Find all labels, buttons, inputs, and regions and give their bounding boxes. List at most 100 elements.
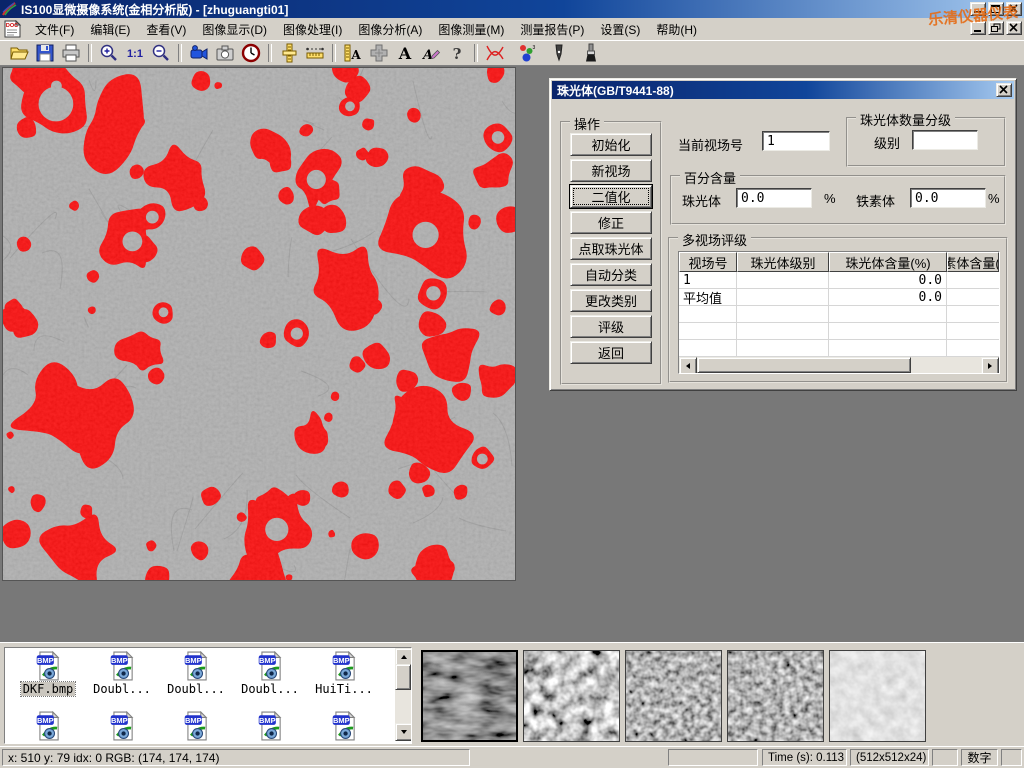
dialog-close-button[interactable] <box>996 83 1012 97</box>
level-label: 级别 <box>874 133 900 152</box>
micrograph-image[interactable] <box>2 67 516 581</box>
pearlite-percent-input[interactable] <box>736 188 812 208</box>
minimize-button[interactable] <box>970 2 986 16</box>
zoom-out-button[interactable] <box>148 42 174 64</box>
cell-grade <box>737 289 829 305</box>
status-position: x: 510 y: 79 idx: 0 RGB: (174, 174, 174) <box>2 749 470 766</box>
grade-group-label: 珠光体数量分级 <box>856 110 955 129</box>
menu-settings[interactable]: 设置(S) <box>592 19 648 40</box>
print-button[interactable] <box>58 42 84 64</box>
menu-edit[interactable]: 编辑(E) <box>82 19 138 40</box>
arrow-right-icon <box>986 362 994 370</box>
zoom-in-button[interactable] <box>96 42 122 64</box>
dialog-title: 珠光体(GB/T9441-88) <box>557 82 674 99</box>
current-field-input[interactable] <box>762 131 830 151</box>
operations-group: 操作 初始化 新视场 二值化 修正 点取珠光体 自动分类 更改类别 评级 返回 <box>560 121 662 385</box>
file-item[interactable] <box>11 711 85 741</box>
status-mode: 数字 <box>961 749 998 766</box>
caliper-icon <box>279 43 299 63</box>
help-button[interactable]: ? <box>444 42 470 64</box>
thumbnail[interactable] <box>829 650 926 742</box>
col-ferrite[interactable]: 铁素体含量(%) <box>947 252 999 272</box>
text-tool-button[interactable]: A <box>392 42 418 64</box>
svg-text:DOC: DOC <box>6 23 18 29</box>
pick-pearlite-button[interactable]: 点取珠光体 <box>570 237 652 260</box>
photo-camera-button[interactable] <box>212 42 238 64</box>
brush-tool-button[interactable] <box>578 42 604 64</box>
col-grade[interactable]: 珠光体级别 <box>737 252 829 272</box>
level-input[interactable] <box>912 130 978 150</box>
table-row-empty[interactable] <box>679 306 999 323</box>
auto-classify-button[interactable]: 自动分类 <box>570 263 652 286</box>
menu-image-display[interactable]: 图像显示(D) <box>194 19 275 40</box>
file-item[interactable]: Doubl... <box>159 651 233 696</box>
mdi-close-button[interactable] <box>1006 21 1022 35</box>
mdi-restore-button[interactable] <box>988 21 1004 35</box>
col-field[interactable]: 视场号 <box>679 252 737 272</box>
table-row[interactable]: 1 0.0 <box>679 272 999 289</box>
ferrite-percent-input[interactable] <box>910 188 986 208</box>
menu-file[interactable]: 文件(F) <box>27 19 82 40</box>
file-item[interactable]: DKF.bmp <box>11 651 85 696</box>
table-row-empty[interactable] <box>679 340 999 357</box>
toolbar-separator <box>88 44 92 62</box>
scroll-left-button[interactable] <box>679 357 697 374</box>
menu-help[interactable]: 帮助(H) <box>648 19 705 40</box>
menu-image-process[interactable]: 图像处理(I) <box>275 19 350 40</box>
thumbnail[interactable] <box>727 650 824 742</box>
correct-button[interactable]: 修正 <box>570 211 652 234</box>
change-class-button[interactable]: 更改类别 <box>570 289 652 312</box>
rate-button[interactable]: 评级 <box>570 315 652 338</box>
file-row: DKF.bmp Doubl... Doubl... Doubl... HuiTi… <box>5 648 411 696</box>
ruler-measure-button[interactable] <box>302 42 328 64</box>
thumbnail-selected[interactable] <box>421 650 518 742</box>
file-item[interactable] <box>85 711 159 741</box>
status-empty <box>668 749 758 766</box>
table-row-empty[interactable] <box>679 323 999 340</box>
thumbnail[interactable] <box>625 650 722 742</box>
save-button[interactable] <box>32 42 58 64</box>
scroll-down-button[interactable] <box>395 723 412 741</box>
merge-tool-button[interactable] <box>366 42 392 64</box>
curve-tool-button[interactable] <box>482 42 508 64</box>
caliper-button[interactable] <box>276 42 302 64</box>
pen-tool-button[interactable] <box>546 42 572 64</box>
menu-view[interactable]: 查看(V) <box>138 19 194 40</box>
open-button[interactable] <box>6 42 32 64</box>
annotate-button[interactable]: A <box>418 42 444 64</box>
scrollbar-thumb[interactable] <box>697 357 911 373</box>
col-pearlite[interactable]: 珠光体含量(%) <box>829 252 947 272</box>
mdi-minimize-button[interactable] <box>970 21 986 35</box>
close-button[interactable] <box>1006 2 1022 16</box>
table-row[interactable]: 平均值 0.0 <box>679 289 999 306</box>
file-item[interactable] <box>159 711 233 741</box>
actual-size-button[interactable]: 1:1 <box>122 42 148 64</box>
mdi-child-controls <box>970 21 1022 35</box>
multi-field-group-label: 多视场评级 <box>678 230 751 249</box>
thumbnail[interactable] <box>523 650 620 742</box>
binarize-button[interactable]: 二值化 <box>570 185 652 208</box>
init-button[interactable]: 初始化 <box>570 133 652 156</box>
file-item[interactable] <box>307 711 381 741</box>
new-field-button[interactable]: 新视场 <box>570 159 652 182</box>
measure-text-button[interactable]: A <box>340 42 366 64</box>
file-item[interactable]: Doubl... <box>85 651 159 696</box>
classify-dots-button[interactable]: 3 <box>514 42 540 64</box>
timer-icon <box>241 43 261 63</box>
scroll-right-button[interactable] <box>981 357 999 374</box>
bmp-file-icon <box>331 711 358 741</box>
menu-image-measure[interactable]: 图像测量(M) <box>430 19 512 40</box>
menu-report[interactable]: 测量报告(P) <box>512 19 592 40</box>
scrollbar-thumb[interactable] <box>395 664 411 690</box>
maximize-button[interactable] <box>988 2 1004 16</box>
svg-text:A: A <box>350 48 361 62</box>
file-item[interactable]: Doubl... <box>233 651 307 696</box>
menu-image-analysis[interactable]: 图像分析(A) <box>350 19 430 40</box>
timer-button[interactable] <box>238 42 264 64</box>
video-camera-button[interactable] <box>186 42 212 64</box>
file-item[interactable]: HuiTi... <box>307 651 381 696</box>
file-item[interactable] <box>233 711 307 741</box>
file-list-scrollbar[interactable] <box>395 648 411 741</box>
return-button[interactable]: 返回 <box>570 341 652 364</box>
table-horizontal-scrollbar[interactable] <box>679 357 999 373</box>
